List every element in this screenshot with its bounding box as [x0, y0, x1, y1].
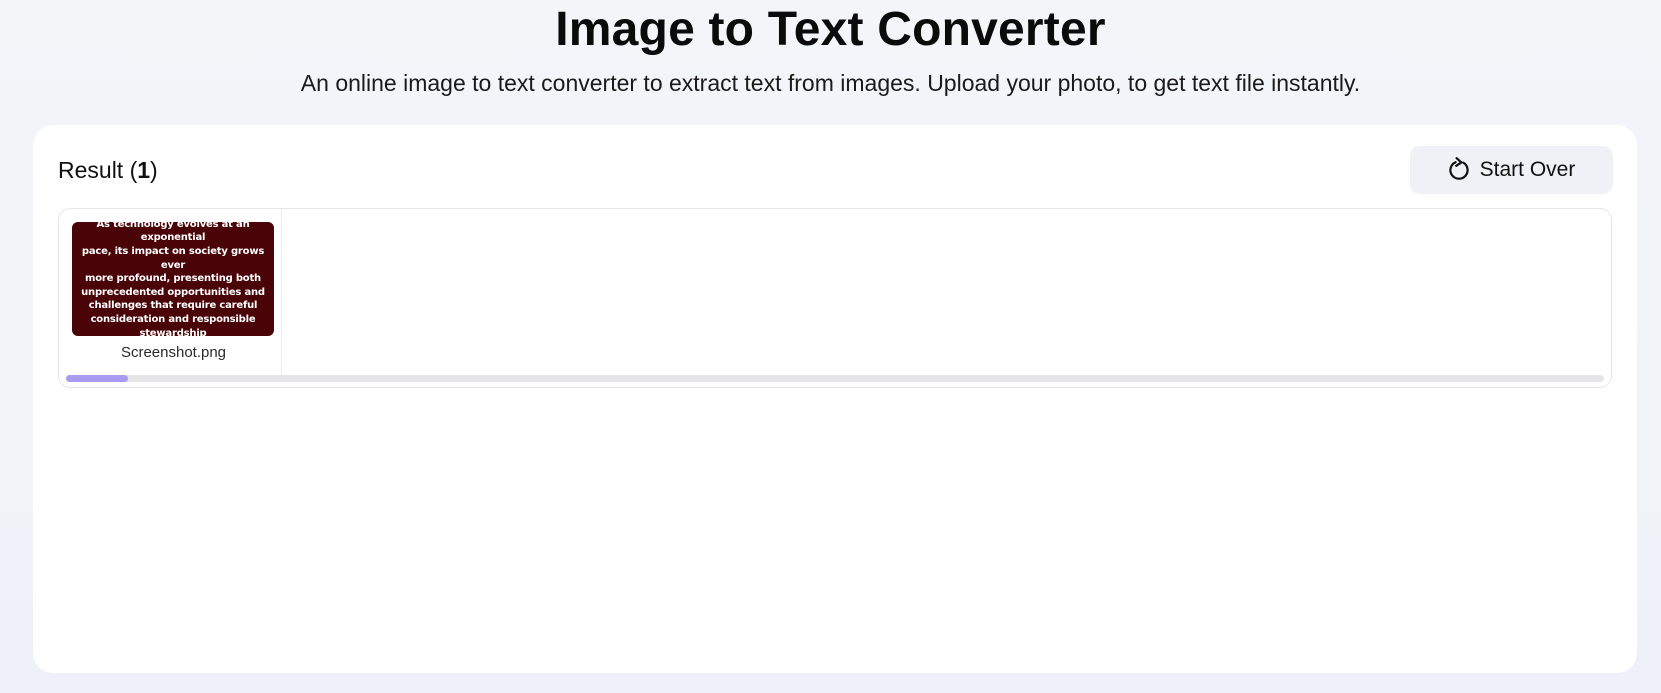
result-heading: Result (1): [58, 155, 158, 185]
result-card: Result (1) Start Over As technology evol…: [33, 125, 1637, 673]
page-subtitle: An online image to text converter to ext…: [300, 70, 1361, 96]
result-panel: As technology evolves at an exponential …: [58, 208, 1612, 388]
result-close-paren: ): [150, 157, 158, 183]
page-title: Image to Text Converter: [555, 3, 1106, 56]
result-label: Result (: [58, 157, 138, 183]
thumbnail-text: As technology evolves at an exponential …: [81, 222, 265, 336]
start-over-label: Start Over: [1479, 158, 1576, 181]
progress-fill: [66, 375, 128, 382]
result-count: 1: [137, 157, 151, 183]
progress-bar: [66, 375, 1604, 382]
file-item[interactable]: As technology evolves at an exponential …: [59, 209, 282, 375]
file-name: Screenshot.png: [120, 344, 227, 361]
page: Image to Text Converter An online image …: [0, 0, 1661, 693]
refresh-icon: [1448, 157, 1472, 183]
file-thumbnail[interactable]: As technology evolves at an exponential …: [72, 222, 274, 336]
start-over-button[interactable]: Start Over: [1410, 146, 1613, 194]
